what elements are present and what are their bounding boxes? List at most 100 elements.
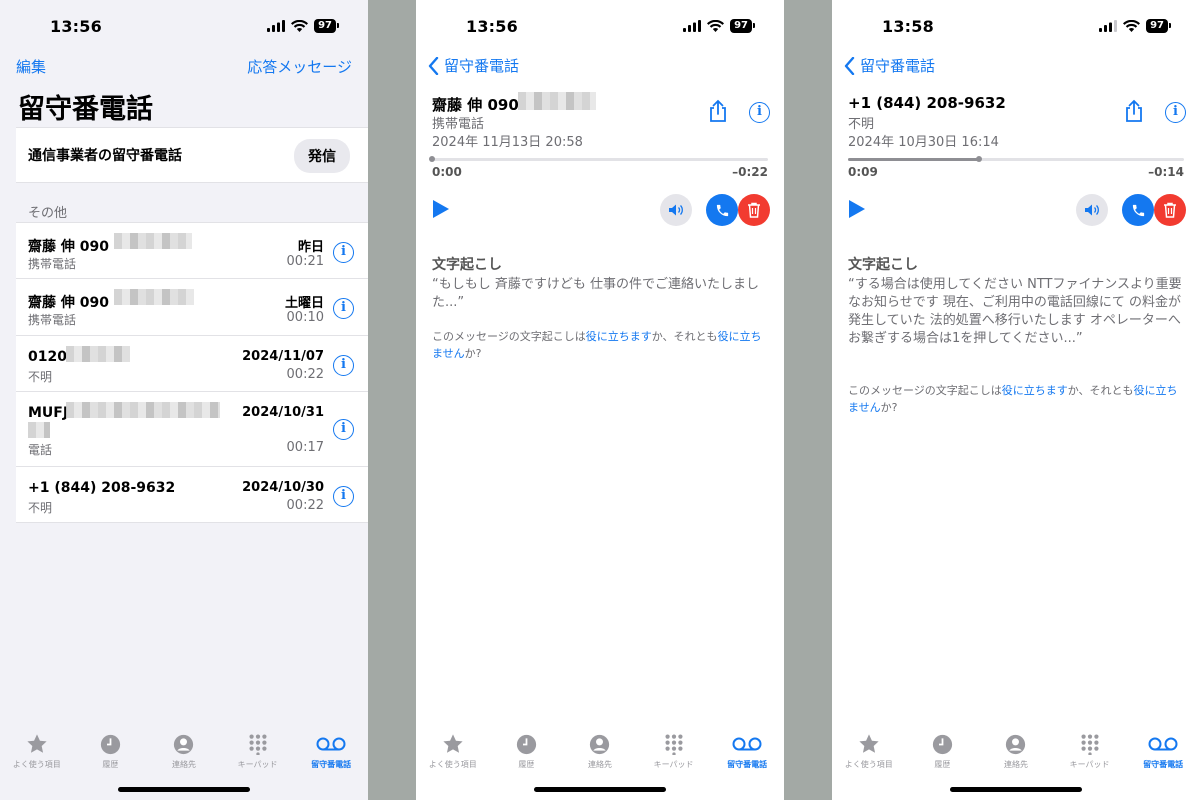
- star-icon: [859, 734, 879, 753]
- battery-icon: 97: [1146, 19, 1171, 33]
- transcript-heading: 文字起こし: [848, 257, 918, 273]
- list-item[interactable]: 齋藤 伸 090 携帯電話 土曜日 00:10 i: [16, 278, 368, 335]
- caller-type: 不明: [28, 370, 53, 384]
- section-header: その他: [28, 206, 68, 221]
- star-icon: [27, 734, 47, 753]
- status-bar: 13:58 97: [832, 0, 1200, 54]
- playback-scrubber[interactable]: [848, 156, 1184, 162]
- info-icon[interactable]: i: [333, 355, 354, 376]
- status-time: 13:58: [882, 17, 934, 36]
- wifi-icon: [291, 20, 309, 32]
- home-indicator: [950, 787, 1082, 792]
- voicemail-icon: [316, 737, 346, 751]
- voicemail-duration: 00:17: [286, 440, 324, 455]
- wifi-icon: [1123, 20, 1141, 32]
- voicemail-icon: [1148, 737, 1178, 751]
- speaker-button[interactable]: [660, 194, 692, 226]
- remaining-time: –0:14: [1148, 165, 1184, 179]
- scrubber-knob[interactable]: [976, 156, 983, 162]
- redacted-number: [66, 402, 220, 418]
- info-icon[interactable]: i: [333, 242, 354, 263]
- edit-button[interactable]: 編集: [16, 56, 46, 77]
- share-icon[interactable]: [1124, 99, 1144, 123]
- status-bar: 13:56 97: [0, 0, 368, 54]
- helpful-link[interactable]: 役に立ちます: [586, 330, 652, 343]
- play-icon[interactable]: [848, 199, 866, 219]
- caller-type: 不明: [28, 501, 53, 515]
- back-label: 留守番電話: [444, 57, 520, 75]
- voicemail-duration: 00:21: [286, 254, 324, 269]
- info-icon[interactable]: i: [1165, 102, 1186, 123]
- voicemail-date: 2024/10/30: [242, 480, 324, 495]
- tab-favorites[interactable]: よく使う項目: [1, 732, 73, 800]
- redacted-number: [114, 289, 194, 305]
- caller-type: 携帯電話: [432, 117, 485, 132]
- greeting-button[interactable]: 応答メッセージ: [247, 56, 352, 77]
- tab-favorites[interactable]: よく使う項目: [833, 732, 905, 800]
- list-item[interactable]: 齋藤 伸 090 携帯電話 昨日 00:21 i: [16, 222, 368, 278]
- delete-button[interactable]: [1154, 194, 1186, 226]
- carrier-voicemail-row: 通信事業者の留守番電話 発信: [16, 127, 368, 183]
- call-back-button[interactable]: [706, 194, 738, 226]
- phone-icon: [716, 204, 728, 216]
- tab-voicemail[interactable]: 留守番電話: [295, 732, 367, 800]
- info-icon[interactable]: i: [333, 486, 354, 507]
- redacted-number: [28, 422, 50, 438]
- voicemail-date: 2024/11/07: [242, 349, 324, 364]
- tab-voicemail[interactable]: 留守番電話: [711, 732, 783, 800]
- transcript-text: “もしもし 斉藤ですけども 仕事の件でご連絡いたしました...”: [432, 277, 759, 310]
- back-button[interactable]: 留守番電話: [844, 55, 935, 76]
- caller-name: +1 (844) 208-9632: [848, 94, 1006, 112]
- caller-type: 不明: [848, 117, 875, 132]
- voicemail-date: 土曜日: [284, 296, 324, 311]
- info-icon[interactable]: i: [333, 419, 354, 440]
- speaker-icon: [1085, 204, 1099, 216]
- caller-name: MUFJ: [28, 405, 69, 421]
- caller-name: 齋藤 伸 090: [28, 239, 109, 255]
- tab-voicemail[interactable]: 留守番電話: [1127, 732, 1199, 800]
- list-item[interactable]: MUFJ 電話 2024/10/31 00:17 i: [16, 391, 368, 466]
- back-button[interactable]: 留守番電話: [428, 55, 519, 76]
- status-time: 13:56: [466, 17, 518, 36]
- caller-name: 齋藤 伸 090: [432, 96, 519, 114]
- caller-type: 携帯電話: [28, 313, 77, 327]
- redacted-number: [518, 92, 596, 110]
- info-icon[interactable]: i: [333, 298, 354, 319]
- caller-type: 携帯電話: [28, 257, 77, 271]
- scrubber-fill: [848, 158, 980, 161]
- scrubber-knob[interactable]: [429, 156, 435, 162]
- signal-icon: [267, 20, 286, 32]
- voicemail-list: 齋藤 伸 090 携帯電話 昨日 00:21 i 齋藤 伸 090 携帯電話 土…: [16, 222, 368, 523]
- list-item[interactable]: 0120 不明 2024/11/07 00:22 i: [16, 335, 368, 391]
- remaining-time: –0:22: [732, 165, 768, 179]
- playback-scrubber[interactable]: [429, 156, 768, 162]
- delete-button[interactable]: [738, 194, 770, 226]
- transcript-text: “する場合は使用してください NTTファイナンスより重要なお知らせです 現在、ご…: [848, 277, 1182, 346]
- info-icon[interactable]: i: [749, 102, 770, 123]
- voicemail-duration: 00:22: [286, 498, 324, 513]
- signal-icon: [1099, 20, 1118, 32]
- battery-icon: 97: [314, 19, 339, 33]
- home-indicator: [534, 787, 666, 792]
- person-icon: [174, 734, 194, 754]
- list-item[interactable]: +1 (844) 208-9632 不明 2024/10/30 00:22 i: [16, 466, 368, 523]
- battery-icon: 97: [730, 19, 755, 33]
- voicemail-list-screen: 13:56 97 編集 応答メッセージ 留守番電話 通信事業者の留守番電話 発信…: [0, 0, 368, 800]
- call-back-button[interactable]: [1122, 194, 1154, 226]
- person-icon: [1006, 734, 1026, 754]
- redacted-number: [114, 233, 192, 249]
- person-icon: [590, 734, 610, 754]
- clock-icon: [516, 734, 537, 754]
- voicemail-duration: 00:10: [286, 310, 324, 325]
- caller-name: 齋藤 伸 090: [28, 295, 109, 311]
- voicemail-datetime: 2024年 11月13日 20:58: [432, 135, 583, 150]
- chevron-left-icon: [844, 56, 855, 75]
- share-icon[interactable]: [708, 99, 728, 123]
- speaker-button[interactable]: [1076, 194, 1108, 226]
- helpful-link[interactable]: 役に立ちます: [1002, 384, 1068, 397]
- tab-favorites[interactable]: よく使う項目: [417, 732, 489, 800]
- play-icon[interactable]: [432, 199, 450, 219]
- call-carrier-button[interactable]: 発信: [294, 139, 350, 173]
- status-time: 13:56: [50, 17, 102, 36]
- voicemail-icon: [732, 737, 762, 751]
